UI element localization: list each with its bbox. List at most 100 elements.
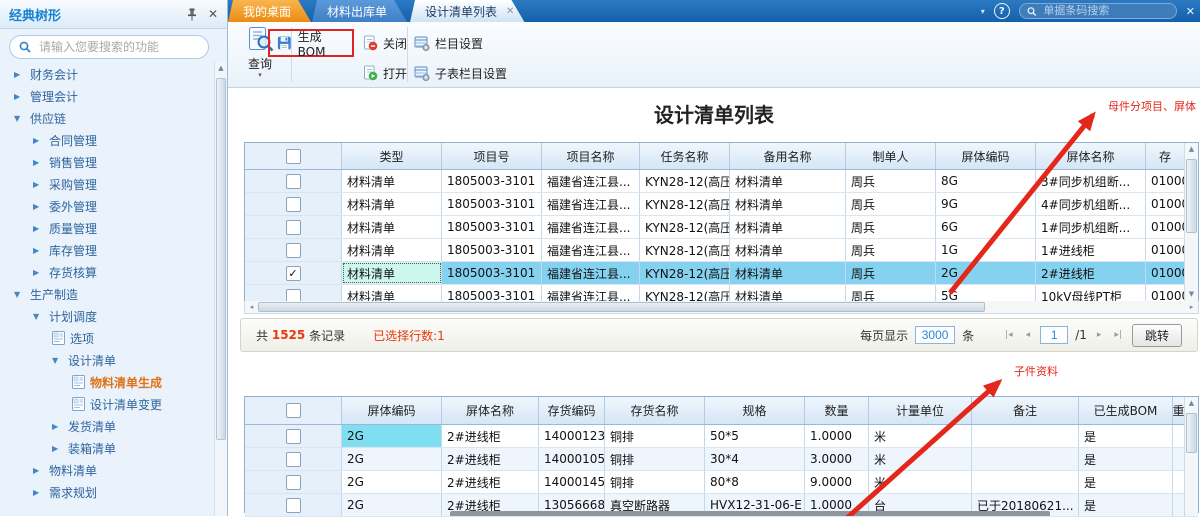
cell[interactable]: 4#同步机组断... (1036, 193, 1146, 215)
tree-item[interactable]: 选项 (0, 327, 212, 349)
table-row[interactable]: 2G2#进线柜14000145铜排80*89.0000米是 (245, 471, 1198, 494)
barcode-search-input[interactable] (1041, 4, 1168, 18)
tree-item[interactable]: ▶采购管理 (0, 173, 212, 195)
tree-item[interactable]: ▶装箱清单 (0, 437, 212, 459)
cell[interactable]: 010008 (1146, 193, 1185, 215)
column-header[interactable]: 任务名称 (640, 143, 730, 169)
first-page-button[interactable]: |◂ (1002, 330, 1016, 340)
sidebar-close-icon[interactable]: ✕ (208, 7, 218, 21)
cell[interactable]: KYN28-12(高压柜) (640, 239, 730, 261)
tree-item[interactable]: ▶管理会计 (0, 85, 212, 107)
scroll-left-icon[interactable]: ◂ (245, 303, 258, 311)
subtable-column-settings-button[interactable]: 子表栏目设置 (414, 62, 507, 84)
column-header[interactable]: 屏体编码 (936, 143, 1036, 169)
row-checkbox[interactable] (286, 498, 301, 513)
column-header[interactable]: 项目名称 (542, 143, 640, 169)
cell[interactable]: 材料清单 (730, 239, 846, 261)
tree-item[interactable]: ▼计划调度 (0, 305, 212, 327)
detail-horizontal-scrollbar[interactable] (450, 511, 1050, 516)
column-header[interactable]: 屏体名称 (442, 397, 539, 424)
table-row[interactable]: 材料清单1805003-3101福建省连江县...KYN28-12(高压柜)材料… (245, 239, 1198, 262)
cell[interactable]: 米 (869, 471, 972, 493)
cell[interactable]: 2#进线柜 (442, 448, 539, 470)
tree-item[interactable]: ▶需求规划 (0, 481, 212, 503)
table-row[interactable]: 2G2#进线柜14000123铜排50*51.0000米是 (245, 425, 1198, 448)
cell[interactable] (972, 471, 1079, 493)
scrollbar-thumb[interactable] (258, 302, 985, 312)
cell[interactable]: 2G (342, 494, 442, 516)
scroll-up-icon[interactable]: ▲ (1185, 397, 1198, 410)
tab-material-outbound[interactable]: 材料出库单 (312, 0, 407, 22)
row-checkbox[interactable] (286, 174, 301, 189)
tree-item[interactable]: ▶委外管理 (0, 195, 212, 217)
tree-item[interactable]: 设计清单变更 (0, 393, 212, 415)
cell[interactable]: KYN28-12(高压柜) (640, 193, 730, 215)
checkbox-column-header[interactable] (245, 143, 342, 169)
cell[interactable]: 8G (936, 170, 1036, 192)
cell[interactable]: 材料清单 (342, 262, 442, 284)
column-settings-button[interactable]: 栏目设置 (414, 32, 483, 54)
scroll-up-icon[interactable]: ▲ (1185, 143, 1198, 156)
cell[interactable]: 福建省连江县... (542, 239, 640, 261)
column-header[interactable]: 制单人 (846, 143, 936, 169)
cell[interactable]: 材料清单 (342, 216, 442, 238)
page-size-input[interactable] (915, 326, 955, 344)
select-all-checkbox[interactable] (286, 403, 301, 418)
table-row[interactable]: 材料清单1805003-3101福建省连江县...KYN28-12(高压柜)材料… (245, 216, 1198, 239)
row-checkbox[interactable] (286, 452, 301, 467)
cell[interactable]: 米 (869, 448, 972, 470)
cell[interactable]: 周兵 (846, 239, 936, 261)
tree-item[interactable]: ▼生产制造 (0, 283, 212, 305)
cell[interactable]: 3#同步机组断... (1036, 170, 1146, 192)
row-checkbox[interactable] (286, 197, 301, 212)
cell[interactable]: 010008 (1146, 170, 1185, 192)
cell[interactable]: 材料清单 (730, 170, 846, 192)
cell[interactable]: 是 (1079, 448, 1173, 470)
cell[interactable]: 铜排 (605, 425, 705, 447)
cell[interactable]: 周兵 (846, 216, 936, 238)
cell[interactable]: 1805003-3101 (442, 170, 542, 192)
next-page-button[interactable]: ▸ (1094, 330, 1105, 340)
tree-item[interactable]: ▶物料清单 (0, 459, 212, 481)
column-header[interactable]: 数量 (805, 397, 869, 424)
cell[interactable]: 福建省连江县... (542, 262, 640, 284)
cell[interactable]: 14000105 (539, 448, 605, 470)
scroll-right-icon[interactable]: ▸ (1185, 303, 1198, 311)
tree-item[interactable]: ▶质量管理 (0, 217, 212, 239)
table-row[interactable]: 材料清单1805003-3101福建省连江县...KYN28-12(高压柜)材料… (245, 193, 1198, 216)
cell[interactable]: 2G (342, 448, 442, 470)
tree-item[interactable]: ▶库存管理 (0, 239, 212, 261)
cell[interactable]: 铜排 (605, 471, 705, 493)
cell[interactable]: 福建省连江县... (542, 216, 640, 238)
cell[interactable]: 材料清单 (342, 193, 442, 215)
cell[interactable]: 50*5 (705, 425, 805, 447)
scroll-up-icon[interactable]: ▲ (215, 62, 227, 75)
tree-item[interactable]: ▶财务会计 (0, 63, 212, 85)
cell[interactable] (972, 448, 1079, 470)
detail-vertical-scrollbar[interactable]: ▲ (1184, 397, 1198, 512)
tree-item[interactable]: ▶合同管理 (0, 129, 212, 151)
cell[interactable]: 80*8 (705, 471, 805, 493)
column-header[interactable]: 规格 (705, 397, 805, 424)
cell[interactable]: 010008 (1146, 216, 1185, 238)
cell[interactable]: 周兵 (846, 170, 936, 192)
tree-item[interactable]: ▶存货核算 (0, 261, 212, 283)
tab-design-list[interactable]: 设计清单列表 ✕ (410, 0, 524, 22)
scrollbar-thumb[interactable] (216, 78, 226, 440)
cell[interactable]: KYN28-12(高压柜) (640, 216, 730, 238)
chevron-down-icon[interactable]: ▾ (981, 7, 985, 16)
page-number-input[interactable] (1040, 326, 1068, 344)
column-header[interactable]: 存货编码 (539, 397, 605, 424)
tab-close-icon[interactable]: ✕ (506, 6, 514, 17)
master-vertical-scrollbar[interactable]: ▲ ▼ (1184, 143, 1198, 301)
panel-close-icon[interactable]: ✕ (1186, 5, 1195, 18)
cell[interactable]: 2#进线柜 (442, 425, 539, 447)
cell[interactable]: 铜排 (605, 448, 705, 470)
cell[interactable]: 周兵 (846, 193, 936, 215)
row-checkbox[interactable]: ✓ (286, 266, 301, 281)
table-row[interactable]: ✓材料清单1805003-3101福建省连江县...KYN28-12(高压柜)材… (245, 262, 1198, 285)
scroll-down-icon[interactable]: ▼ (1185, 288, 1198, 301)
cell[interactable]: 材料清单 (342, 239, 442, 261)
cell[interactable]: 是 (1079, 494, 1173, 516)
row-checkbox[interactable] (286, 429, 301, 444)
